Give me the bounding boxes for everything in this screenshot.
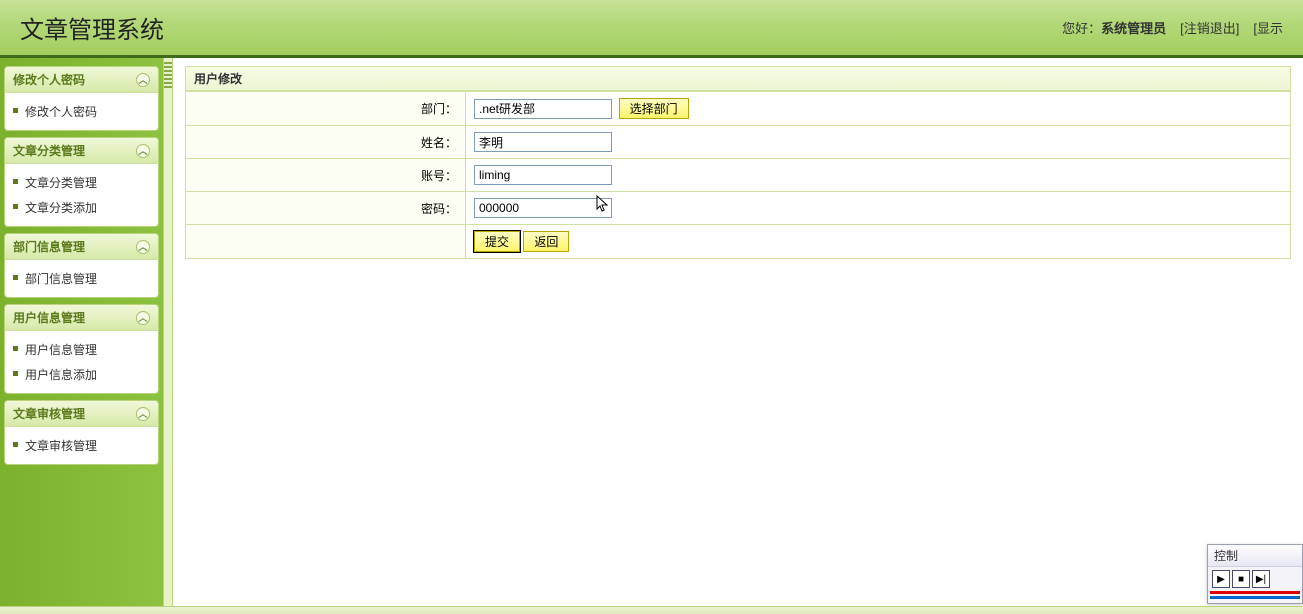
sidebar-item-review-manage[interactable]: 文章审核管理 bbox=[11, 433, 152, 458]
current-user: 系统管理员 bbox=[1101, 21, 1166, 36]
main-content: 用户修改 部门： 选择部门 姓名： 账号： 密码： bbox=[173, 58, 1303, 611]
play-icon[interactable]: ▶ bbox=[1212, 570, 1230, 588]
bottom-strip bbox=[0, 606, 1303, 614]
stop-icon[interactable]: ■ bbox=[1232, 570, 1250, 588]
sidebar-panel-title: 修改个人密码 bbox=[13, 71, 85, 88]
collapse-icon[interactable]: ︿ bbox=[136, 144, 150, 158]
name-input[interactable] bbox=[474, 132, 612, 152]
sidebar-panel-header[interactable]: 文章分类管理 ︿ bbox=[5, 138, 158, 164]
sidebar-panel-header[interactable]: 用户信息管理 ︿ bbox=[5, 305, 158, 331]
department-label: 部门： bbox=[186, 92, 466, 126]
name-label: 姓名： bbox=[186, 126, 466, 159]
account-label: 账号： bbox=[186, 159, 466, 192]
sidebar-panel-department: 部门信息管理 ︿ 部门信息管理 bbox=[4, 233, 159, 298]
sidebar-panel-title: 部门信息管理 bbox=[13, 238, 85, 255]
sidebar-panel-user: 用户信息管理 ︿ 用户信息管理 用户信息添加 bbox=[4, 304, 159, 394]
app-title: 文章管理系统 bbox=[20, 10, 164, 45]
sidebar-item-user-manage[interactable]: 用户信息管理 bbox=[11, 337, 152, 362]
header-right: 您好：系统管理员 [注销退出] [显示 bbox=[1062, 18, 1283, 37]
sidebar-item-category-add[interactable]: 文章分类添加 bbox=[11, 195, 152, 220]
collapse-icon[interactable]: ︿ bbox=[136, 73, 150, 87]
collapse-icon[interactable]: ︿ bbox=[136, 240, 150, 254]
panel-title: 用户修改 bbox=[185, 66, 1291, 91]
sidebar: 修改个人密码 ︿ 修改个人密码 文章分类管理 ︿ 文章分类管理 文章分类添加 部… bbox=[0, 58, 163, 611]
split-handle[interactable] bbox=[163, 58, 173, 611]
sidebar-panel-title: 用户信息管理 bbox=[13, 309, 85, 326]
sidebar-panel-header[interactable]: 修改个人密码 ︿ bbox=[5, 67, 158, 93]
progress-bar-red bbox=[1210, 591, 1300, 594]
collapse-icon[interactable]: ︿ bbox=[136, 311, 150, 325]
logout-link[interactable]: [注销退出] bbox=[1180, 18, 1239, 37]
department-input[interactable] bbox=[474, 99, 612, 119]
progress-bar-blue bbox=[1210, 596, 1300, 599]
collapse-icon[interactable]: ︿ bbox=[136, 407, 150, 421]
greeting-prefix: 您好： bbox=[1062, 21, 1101, 36]
back-button[interactable]: 返回 bbox=[523, 231, 569, 252]
sidebar-item-user-add[interactable]: 用户信息添加 bbox=[11, 362, 152, 387]
sidebar-panel-title: 文章审核管理 bbox=[13, 405, 85, 422]
floating-control-title: 控制 bbox=[1208, 545, 1302, 567]
submit-button[interactable]: 提交 bbox=[474, 231, 520, 252]
select-department-button[interactable]: 选择部门 bbox=[619, 98, 689, 119]
sidebar-panel-header[interactable]: 部门信息管理 ︿ bbox=[5, 234, 158, 260]
split-grip-icon bbox=[164, 62, 172, 90]
sidebar-panel-review: 文章审核管理 ︿ 文章审核管理 bbox=[4, 400, 159, 465]
password-input[interactable] bbox=[474, 198, 612, 218]
sidebar-panel-password: 修改个人密码 ︿ 修改个人密码 bbox=[4, 66, 159, 131]
sidebar-item-change-password[interactable]: 修改个人密码 bbox=[11, 99, 152, 124]
user-edit-form: 部门： 选择部门 姓名： 账号： 密码： bbox=[185, 91, 1291, 259]
header-bar: 文章管理系统 您好：系统管理员 [注销退出] [显示 bbox=[0, 0, 1303, 58]
sidebar-panel-title: 文章分类管理 bbox=[13, 142, 85, 159]
show-link[interactable]: [显示 bbox=[1253, 18, 1283, 37]
sidebar-item-department-manage[interactable]: 部门信息管理 bbox=[11, 266, 152, 291]
floating-control-panel[interactable]: 控制 ▶ ■ ▶| bbox=[1207, 544, 1303, 604]
sidebar-item-category-manage[interactable]: 文章分类管理 bbox=[11, 170, 152, 195]
account-input[interactable] bbox=[474, 165, 612, 185]
sidebar-panel-category: 文章分类管理 ︿ 文章分类管理 文章分类添加 bbox=[4, 137, 159, 227]
sidebar-panel-header[interactable]: 文章审核管理 ︿ bbox=[5, 401, 158, 427]
next-icon[interactable]: ▶| bbox=[1252, 570, 1270, 588]
password-label: 密码： bbox=[186, 192, 466, 225]
